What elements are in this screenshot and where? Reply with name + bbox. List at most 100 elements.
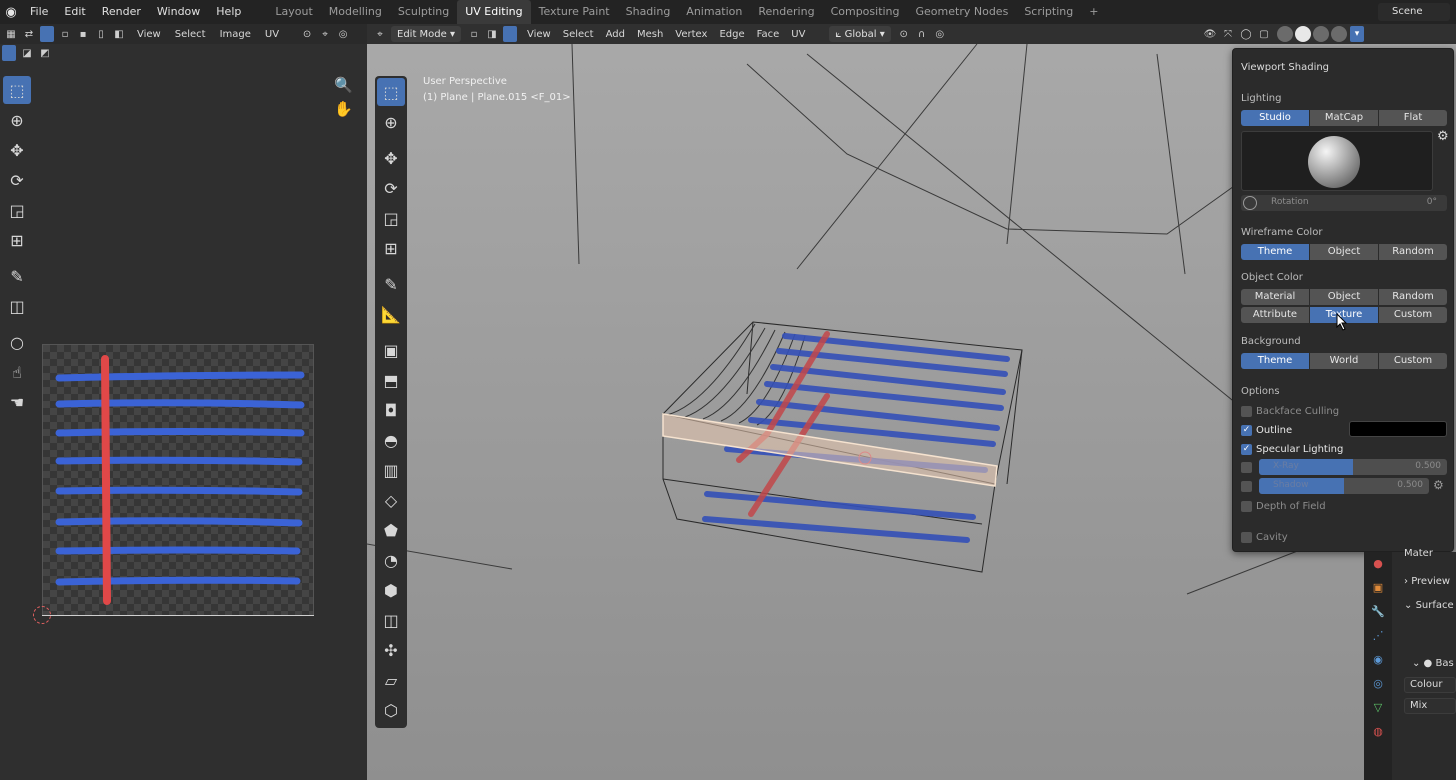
snap-icon[interactable]: ⌖ [318, 26, 332, 42]
uv-texture-canvas[interactable] [42, 344, 314, 616]
world-space-lighting-icon[interactable] [1243, 196, 1257, 210]
vp-scale-icon[interactable]: ◲ [377, 204, 405, 232]
vp-menu-vertex[interactable]: Vertex [675, 29, 707, 40]
rip-region-icon[interactable]: ⬡ [377, 696, 405, 724]
shear-icon[interactable]: ▱ [377, 666, 405, 694]
solid-shading-icon[interactable] [1295, 26, 1311, 42]
constraints-properties-icon[interactable]: ◎ [1370, 676, 1386, 692]
move-icon[interactable]: ✥ [3, 136, 31, 164]
vp-menu-view[interactable]: View [527, 29, 551, 40]
face-mode-icon[interactable] [503, 26, 517, 42]
vp-menu-select[interactable]: Select [563, 29, 594, 40]
uv-menu-view[interactable]: View [137, 29, 161, 40]
studio-light-preview[interactable] [1241, 131, 1433, 191]
lighting-matcap-button[interactable]: MatCap [1310, 110, 1378, 126]
pan-hand-icon[interactable]: ✋ [334, 100, 353, 118]
shadow-slider[interactable]: Shadow 0.500 [1259, 478, 1429, 494]
proportional-icon[interactable]: ◎ [336, 26, 350, 42]
dof-row[interactable]: Depth of Field [1241, 499, 1326, 513]
wireframe-shading-icon[interactable] [1277, 26, 1293, 42]
data-properties-icon[interactable]: ▽ [1370, 700, 1386, 716]
proportional-edit-icon[interactable]: ◎ [933, 26, 947, 42]
orientation-dropdown[interactable]: ⟀ Global ▾ [829, 26, 891, 42]
background-theme-button[interactable]: Theme [1241, 353, 1309, 369]
tab-geometry-nodes[interactable]: Geometry Nodes [908, 0, 1017, 24]
face-select-icon[interactable]: ▪ [76, 26, 90, 42]
outline-checkbox[interactable]: ✓ [1241, 424, 1252, 436]
color-object-button[interactable]: Object [1310, 289, 1378, 305]
tab-modelling[interactable]: Modelling [321, 0, 390, 24]
dof-checkbox[interactable] [1241, 500, 1252, 512]
vp-rotate-icon[interactable]: ⟳ [377, 174, 405, 202]
vp-annotate-icon[interactable]: ✎ [377, 270, 405, 298]
scene-selector[interactable]: Scene [1378, 3, 1450, 21]
preferences-gear-icon[interactable]: ⚙ [1437, 129, 1449, 144]
rotation-field[interactable]: Rotation 0° [1241, 195, 1447, 211]
outline-color-swatch[interactable] [1349, 421, 1447, 437]
vp-menu-edge[interactable]: Edge [719, 29, 744, 40]
lighting-studio-button[interactable]: Studio [1241, 110, 1309, 126]
color-attribute-button[interactable]: Attribute [1241, 307, 1309, 323]
rotate-icon[interactable]: ⟳ [3, 166, 31, 194]
outline-row[interactable]: ✓ Outline [1241, 423, 1292, 437]
scale-icon[interactable]: ◲ [3, 196, 31, 224]
vertex-select-icon[interactable] [40, 26, 54, 42]
vp-measure-icon[interactable]: 📐 [377, 300, 405, 328]
vp-transform-icon[interactable]: ⊞ [377, 234, 405, 262]
vertex-mode-icon[interactable]: ▫ [467, 26, 481, 42]
xray-slider[interactable]: X-Ray 0.500 [1259, 459, 1447, 475]
wireframe-object-button[interactable]: Object [1310, 244, 1378, 260]
relax-icon[interactable]: ☝ [3, 358, 31, 386]
add-workspace-button[interactable]: + [1081, 0, 1106, 24]
poly-build-icon[interactable]: ⬟ [377, 516, 405, 544]
modifier-properties-icon[interactable]: 🔧 [1370, 604, 1386, 620]
material-slot-name[interactable]: Mater [1404, 548, 1433, 559]
backface-culling-checkbox[interactable] [1241, 405, 1252, 417]
cavity-row[interactable]: Cavity [1241, 530, 1288, 544]
vp-select-box-icon[interactable]: ⬚ [377, 78, 405, 106]
tab-shading[interactable]: Shading [618, 0, 679, 24]
mix-field[interactable]: Mix [1404, 698, 1456, 714]
base-color-row[interactable]: ⌄ ● Bas [1412, 658, 1454, 669]
vp-menu-mesh[interactable]: Mesh [637, 29, 663, 40]
shadow-checkbox[interactable] [1241, 480, 1252, 492]
gizmo-icon[interactable]: ⤧ [1221, 26, 1235, 42]
uv-menu-image[interactable]: Image [220, 29, 251, 40]
transform-icon[interactable]: ⊞ [3, 226, 31, 254]
tab-sculpting[interactable]: Sculpting [390, 0, 457, 24]
grab-icon[interactable]: ○ [3, 328, 31, 356]
wireframe-theme-button[interactable]: Theme [1241, 244, 1309, 260]
tab-animation[interactable]: Animation [678, 0, 750, 24]
snap-magnet-icon[interactable]: ∩ [915, 26, 929, 42]
loop-cut-icon[interactable]: ▥ [377, 456, 405, 484]
pivot-icon[interactable]: ⊙ [300, 26, 314, 42]
lighting-flat-button[interactable]: Flat [1379, 110, 1447, 126]
material-properties-icon[interactable]: ◍ [1370, 724, 1386, 740]
cavity-checkbox[interactable] [1241, 531, 1252, 543]
inset-icon[interactable]: ◘ [377, 396, 405, 424]
surface-section[interactable]: ⌄ Surface [1404, 600, 1454, 611]
backface-culling-row[interactable]: Backface Culling [1241, 404, 1339, 418]
select-box-icon[interactable]: ⬚ [3, 76, 31, 104]
menu-render[interactable]: Render [94, 0, 149, 24]
select-subtract-icon[interactable]: ◩ [38, 45, 52, 61]
edge-mode-icon[interactable]: ◨ [485, 26, 499, 42]
tab-scripting[interactable]: Scripting [1016, 0, 1081, 24]
background-world-button[interactable]: World [1310, 353, 1378, 369]
shrink-fatten-icon[interactable]: ✣ [377, 636, 405, 664]
tab-layout[interactable]: Layout [267, 0, 320, 24]
cursor-icon[interactable]: ⊕ [3, 106, 31, 134]
tab-texture-paint[interactable]: Texture Paint [531, 0, 618, 24]
extrude-icon[interactable]: ⬒ [377, 366, 405, 394]
annotate-icon[interactable]: ✎ [3, 262, 31, 290]
select-extend-icon[interactable]: ◪ [20, 45, 34, 61]
pivot-point-icon[interactable]: ⊙ [897, 26, 911, 42]
knife-icon[interactable]: ◇ [377, 486, 405, 514]
xray-checkbox[interactable] [1241, 461, 1252, 473]
edge-select-icon[interactable]: ▫ [58, 26, 72, 42]
sticky-mode-icon[interactable]: ◧ [112, 26, 126, 42]
menu-help[interactable]: Help [208, 0, 249, 24]
shadow-settings-gear-icon[interactable]: ⚙ [1433, 478, 1444, 492]
colour-field[interactable]: Colour [1404, 677, 1456, 693]
specular-checkbox[interactable]: ✓ [1241, 443, 1252, 455]
